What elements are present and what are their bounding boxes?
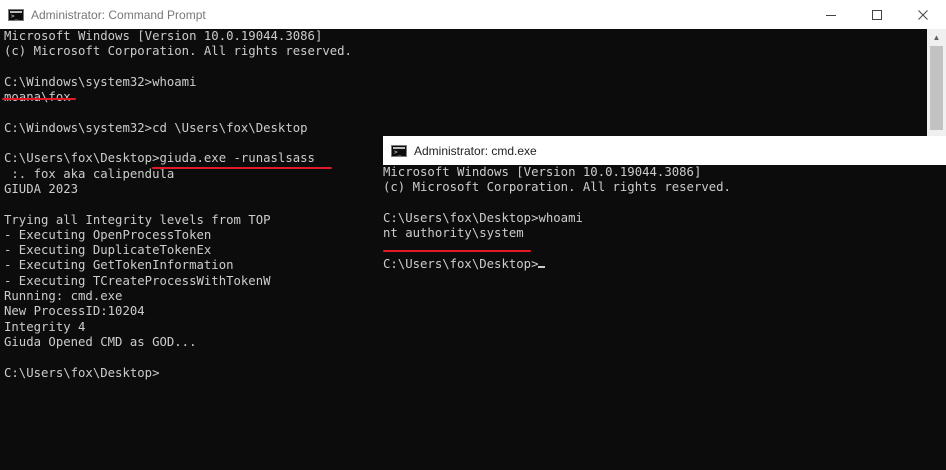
close-icon <box>918 9 928 20</box>
console-line: C:\Windows\system32>whoami <box>4 74 197 89</box>
window-title: Administrator: cmd.exe <box>414 143 537 158</box>
console-output[interactable]: Microsoft Windows [Version 10.0.19044.30… <box>4 29 352 381</box>
whoami-result-underline <box>383 250 531 252</box>
maximize-button[interactable] <box>854 0 900 29</box>
title-bar[interactable]: >_ Administrator: Command Prompt <box>0 0 946 29</box>
window-title: Administrator: Command Prompt <box>31 7 206 22</box>
command-underline <box>152 167 332 169</box>
console-line: New ProcessID:10204 <box>4 304 145 319</box>
scroll-up-arrow-icon[interactable]: ▲ <box>927 29 946 45</box>
console-line: Giuda Opened CMD as GOD... <box>4 334 197 349</box>
minimize-icon <box>826 14 836 16</box>
console-line: C:\Windows\system32>cd \Users\fox\Deskto… <box>4 120 308 135</box>
console-line: C:\Users\fox\Desktop>giuda.exe -runaslsa… <box>4 151 315 166</box>
cmd-icon: >_ <box>391 144 407 157</box>
console-line: GIUDA 2023 <box>4 181 79 196</box>
window-controls <box>808 0 946 29</box>
console-line: (c) Microsoft Corporation. All rights re… <box>4 44 352 59</box>
cmd-icon: >_ <box>8 8 24 21</box>
maximize-icon <box>872 9 882 20</box>
console-line: - Executing TCreateProcessWithTokenW <box>4 273 271 288</box>
console-line: C:\Users\fox\Desktop> <box>383 257 731 272</box>
cmd-exe-window[interactable]: >_ Administrator: cmd.exe Microsoft Wind… <box>383 136 946 470</box>
scroll-thumb[interactable] <box>930 46 943 130</box>
text-cursor <box>538 265 546 268</box>
whoami-result-underline <box>2 98 76 100</box>
console-line: nt authority\system <box>383 226 524 241</box>
console-line: - Executing GetTokenInformation <box>4 258 234 273</box>
minimize-button[interactable] <box>808 0 854 29</box>
console-line: Microsoft Windows [Version 10.0.19044.30… <box>383 165 702 179</box>
console-line: Microsoft Windows [Version 10.0.19044.30… <box>4 29 323 43</box>
console-line: - Executing DuplicateTokenEx <box>4 243 212 258</box>
console-line: Trying all Integrity levels from TOP <box>4 212 271 227</box>
console-line: C:\Users\fox\Desktop> <box>4 365 160 380</box>
console-line: - Executing OpenProcessToken <box>4 227 212 242</box>
console-line: (c) Microsoft Corporation. All rights re… <box>383 180 731 195</box>
title-bar[interactable]: >_ Administrator: cmd.exe <box>383 136 946 165</box>
console-line: Integrity 4 <box>4 319 86 334</box>
console-line: Running: cmd.exe <box>4 289 123 304</box>
console-line: C:\Users\fox\Desktop>whoami <box>383 210 583 225</box>
console-output[interactable]: Microsoft Windows [Version 10.0.19044.30… <box>383 165 731 272</box>
close-button[interactable] <box>900 0 946 29</box>
